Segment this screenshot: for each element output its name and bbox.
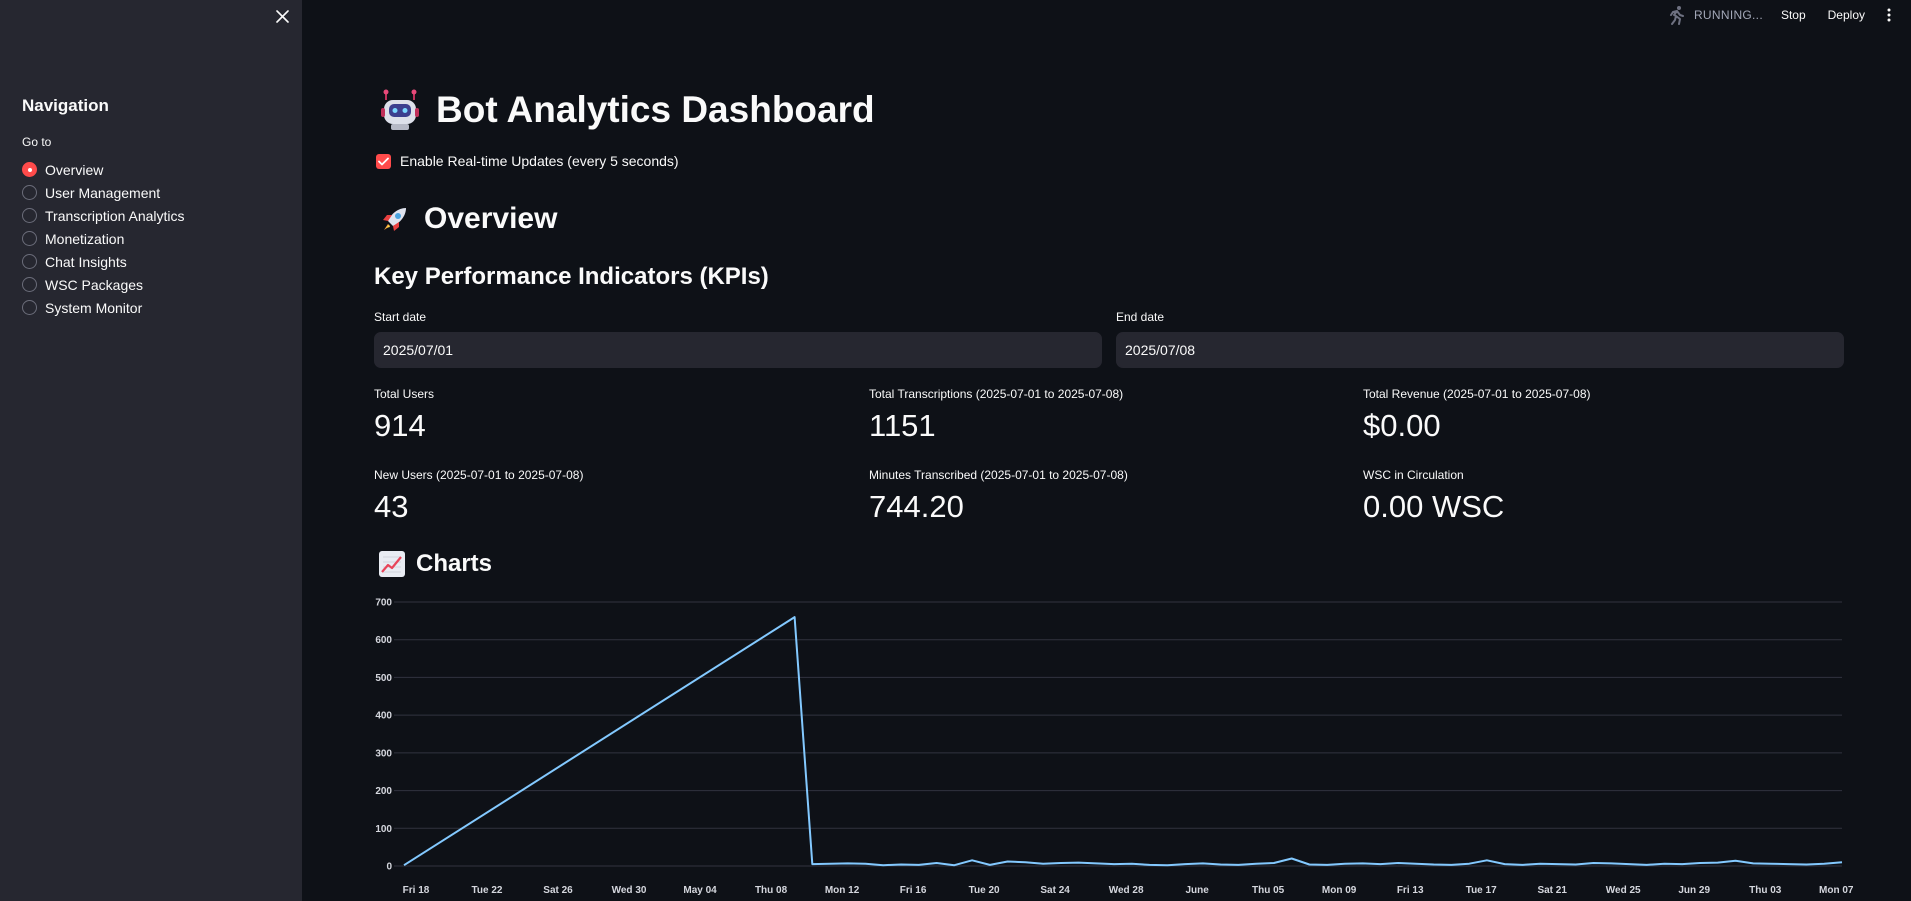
x-tick-label: Jun 29 — [1678, 885, 1710, 896]
y-tick-label: 100 — [375, 824, 392, 835]
x-tick-label: Mon 07 — [1819, 885, 1854, 896]
x-tick-label: Mon 12 — [825, 885, 860, 896]
x-tick-label: June — [1185, 885, 1209, 896]
x-tick-label: Thu 03 — [1749, 885, 1782, 896]
x-tick-label: Wed 25 — [1606, 885, 1641, 896]
x-tick-label: Tue 17 — [1466, 885, 1497, 896]
x-tick-label: Fri 16 — [900, 885, 927, 896]
transcriptions-line-chart: 0 100 200 300 400 500 600 700 Fri 18 Tue 22 Sat 26… — [375, 598, 1854, 897]
x-tick-label: Sat 21 — [1537, 885, 1567, 896]
x-tick-label: Tue 20 — [969, 885, 1000, 896]
x-tick-label: Thu 08 — [755, 885, 788, 896]
x-tick-label: Sat 26 — [543, 885, 573, 896]
y-tick-label: 600 — [375, 635, 392, 646]
x-tick-label: Mon 09 — [1322, 885, 1357, 896]
x-tick-label: Thu 05 — [1252, 885, 1285, 896]
y-tick-label: 400 — [375, 711, 392, 722]
x-tick-label: Wed 28 — [1109, 885, 1144, 896]
y-tick-label: 0 — [386, 862, 392, 873]
x-tick-label: Wed 30 — [612, 885, 647, 896]
y-tick-label: 300 — [375, 748, 392, 759]
y-tick-label: 500 — [375, 673, 392, 684]
x-tick-label: May 04 — [683, 885, 717, 896]
x-tick-label: Sat 24 — [1040, 885, 1070, 896]
x-tick-label: Fri 18 — [403, 885, 430, 896]
y-tick-label: 200 — [375, 786, 392, 797]
x-tick-label: Fri 13 — [1397, 885, 1424, 896]
y-tick-label: 700 — [375, 598, 392, 609]
x-tick-label: Tue 22 — [472, 885, 503, 896]
